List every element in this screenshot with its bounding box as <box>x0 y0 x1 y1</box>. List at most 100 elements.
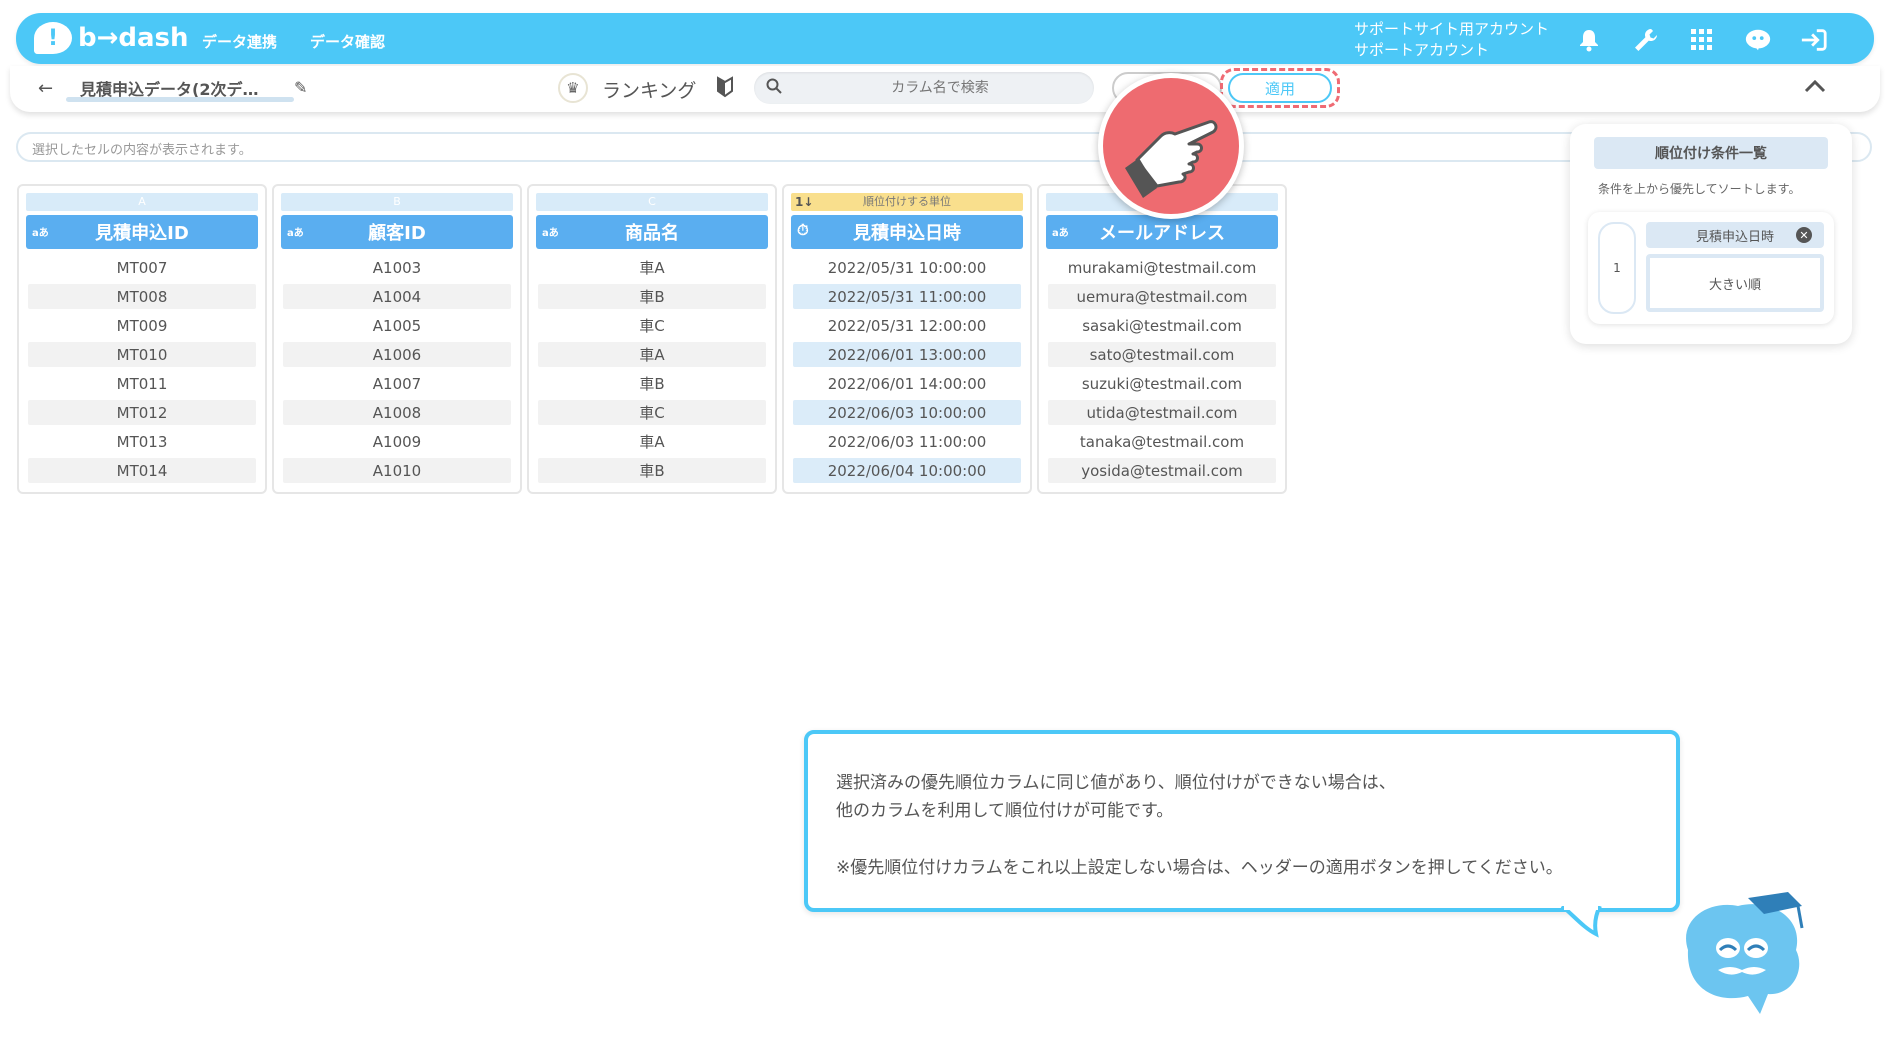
table-cell[interactable]: A1007 <box>283 371 511 396</box>
column-cells: 車A 車B 車C 車A 車B 車C 車A 車B <box>529 255 775 483</box>
table-cell[interactable]: A1009 <box>283 429 511 454</box>
nav-data-check[interactable]: データ確認 <box>310 31 385 52</box>
mascot-character-icon <box>1686 892 1804 1014</box>
column-search-input[interactable] <box>800 76 1080 100</box>
dataset-name-underline <box>66 97 294 102</box>
sort-priority-number[interactable]: 1 <box>1598 222 1636 314</box>
logo-text: b→dash <box>78 23 189 53</box>
mascot-help-icon[interactable] <box>1744 26 1772 54</box>
table-cell[interactable]: A1006 <box>283 342 511 367</box>
table-cell[interactable]: uemura@testmail.com <box>1048 284 1276 309</box>
edit-pencil-icon[interactable]: ✎ <box>294 78 307 97</box>
table-cell[interactable]: 2022/05/31 10:00:00 <box>793 255 1021 280</box>
tooltip-tail <box>1560 906 1602 938</box>
table-cell[interactable]: tanaka@testmail.com <box>1048 429 1276 454</box>
column-e[interactable]: aあ メールアドレス murakami@testmail.com uemura@t… <box>1037 184 1287 494</box>
column-rank-unit[interactable]: 1↓ 順位付けする単位 ⏱ 見積申込日時 2022/05/31 10:00:00 2… <box>782 184 1032 494</box>
column-letter: C <box>536 193 768 211</box>
table-cell[interactable]: yosida@testmail.com <box>1048 458 1276 483</box>
sort-panel-description: 条件を上から優先してソートします。 <box>1598 182 1801 196</box>
cell-content-placeholder: 選択したセルの内容が表示されます。 <box>32 143 252 158</box>
apps-grid-icon[interactable] <box>1688 26 1716 54</box>
column-header[interactable]: aあ 商品名 <box>536 215 768 249</box>
apply-button[interactable]: 適用 <box>1228 73 1332 103</box>
table-cell[interactable]: murakami@testmail.com <box>1048 255 1276 280</box>
column-header-label: 見積申込日時 <box>853 223 961 244</box>
app-logo[interactable]: ! b→dash <box>34 20 189 56</box>
beginner-mark-icon[interactable] <box>716 76 734 103</box>
table-cell[interactable]: MT013 <box>28 429 256 454</box>
rank-unit-label: 1↓ 順位付けする単位 <box>791 193 1023 211</box>
wrench-icon[interactable] <box>1632 26 1660 54</box>
table-cell[interactable]: 2022/06/01 14:00:00 <box>793 371 1021 396</box>
column-header-label: メールアドレス <box>1099 223 1225 244</box>
search-icon <box>766 78 782 98</box>
collapse-chevron-up-icon[interactable] <box>1804 74 1826 99</box>
table-cell[interactable]: MT008 <box>28 284 256 309</box>
table-cell[interactable]: A1003 <box>283 255 511 280</box>
logo-bubble-icon: ! <box>34 22 72 54</box>
table-cell[interactable]: 2022/05/31 11:00:00 <box>793 284 1021 309</box>
remove-condition-close-icon[interactable]: ✕ <box>1796 227 1812 243</box>
rank-unit-text: 順位付けする単位 <box>863 195 951 208</box>
table-cell[interactable]: MT010 <box>28 342 256 367</box>
table-cell[interactable]: 車A <box>538 429 766 454</box>
table-cell[interactable]: A1008 <box>283 400 511 425</box>
column-a[interactable]: A aあ 見積申込ID MT007 MT008 MT009 MT010 MT011… <box>17 184 267 494</box>
table-cell[interactable]: sasaki@testmail.com <box>1048 313 1276 338</box>
table-cell[interactable]: utida@testmail.com <box>1048 400 1276 425</box>
table-cell[interactable]: A1010 <box>283 458 511 483</box>
table-cell[interactable]: MT009 <box>28 313 256 338</box>
column-header[interactable]: aあ 見積申込ID <box>26 215 258 249</box>
tooltip-line-1: 選択済みの優先順位カラムに同じ値があり、順位付けができない場合は、 <box>836 773 1396 793</box>
table-cell[interactable]: 車B <box>538 371 766 396</box>
column-cells: murakami@testmail.com uemura@testmail.co… <box>1039 255 1285 483</box>
column-header-label: 見積申込ID <box>95 223 189 244</box>
table-cell[interactable]: MT012 <box>28 400 256 425</box>
nav-data-link[interactable]: データ連携 <box>202 31 277 52</box>
table-cell[interactable]: A1005 <box>283 313 511 338</box>
column-header[interactable]: aあ 顧客ID <box>281 215 513 249</box>
column-header-label: 商品名 <box>625 223 679 244</box>
table-cell[interactable]: 車A <box>538 255 766 280</box>
table-cell[interactable]: 2022/06/03 11:00:00 <box>793 429 1021 454</box>
table-cell[interactable]: suzuki@testmail.com <box>1048 371 1276 396</box>
tooltip-line-2: 他のカラムを利用して順位付けが可能です。 <box>836 801 1174 821</box>
column-cells: 2022/05/31 10:00:00 2022/05/31 11:00:00 … <box>784 255 1030 483</box>
sort-panel-title: 順位付け条件一覧 <box>1594 137 1828 169</box>
table-cell[interactable]: 車B <box>538 458 766 483</box>
column-cells: A1003 A1004 A1005 A1006 A1007 A1008 A100… <box>274 255 520 483</box>
tooltip-line-3: ※優先順位付けカラムをこれ以上設定しない場合は、ヘッダーの適用ボタンを押してくだ… <box>836 858 1563 878</box>
table-cell[interactable]: 2022/05/31 12:00:00 <box>793 313 1021 338</box>
column-header-label: 顧客ID <box>368 223 426 244</box>
sort-order-select[interactable]: 大きい順 <box>1646 254 1824 312</box>
logout-icon[interactable] <box>1800 26 1828 54</box>
back-arrow-icon[interactable]: ← <box>38 78 53 99</box>
account-user-name: サポートアカウント <box>1354 41 1490 59</box>
column-c[interactable]: C aあ 商品名 車A 車B 車C 車A 車B 車C 車A 車B <box>527 184 777 494</box>
sort-priority-icon: 1↓ <box>795 195 814 209</box>
account-site-name: サポートサイト用アカウント <box>1354 20 1550 38</box>
column-header[interactable]: aあ メールアドレス <box>1046 215 1278 249</box>
table-cell[interactable]: 2022/06/03 10:00:00 <box>793 400 1021 425</box>
column-b[interactable]: B aあ 顧客ID A1003 A1004 A1005 A1006 A1007 A… <box>272 184 522 494</box>
column-header[interactable]: ⏱ 見積申込日時 <box>791 215 1023 249</box>
table-cell[interactable]: MT014 <box>28 458 256 483</box>
table-cell[interactable]: 2022/06/01 13:00:00 <box>793 342 1021 367</box>
table-cell[interactable]: 車A <box>538 342 766 367</box>
text-type-icon: aあ <box>287 228 304 239</box>
table-cell[interactable]: MT011 <box>28 371 256 396</box>
table-cell[interactable]: sato@testmail.com <box>1048 342 1276 367</box>
table-cell[interactable]: 2022/06/04 10:00:00 <box>793 458 1021 483</box>
text-type-icon: aあ <box>32 228 49 239</box>
table-cell[interactable]: 車B <box>538 284 766 309</box>
guide-tooltip <box>804 730 1680 912</box>
table-cell[interactable]: MT007 <box>28 255 256 280</box>
account-info[interactable]: サポートサイト用アカウント サポートアカウント <box>1354 19 1549 61</box>
table-cell[interactable]: 車C <box>538 313 766 338</box>
ranking-label: ランキング <box>602 80 697 102</box>
bell-icon[interactable] <box>1575 26 1603 54</box>
column-letter: B <box>281 193 513 211</box>
table-cell[interactable]: A1004 <box>283 284 511 309</box>
table-cell[interactable]: 車C <box>538 400 766 425</box>
